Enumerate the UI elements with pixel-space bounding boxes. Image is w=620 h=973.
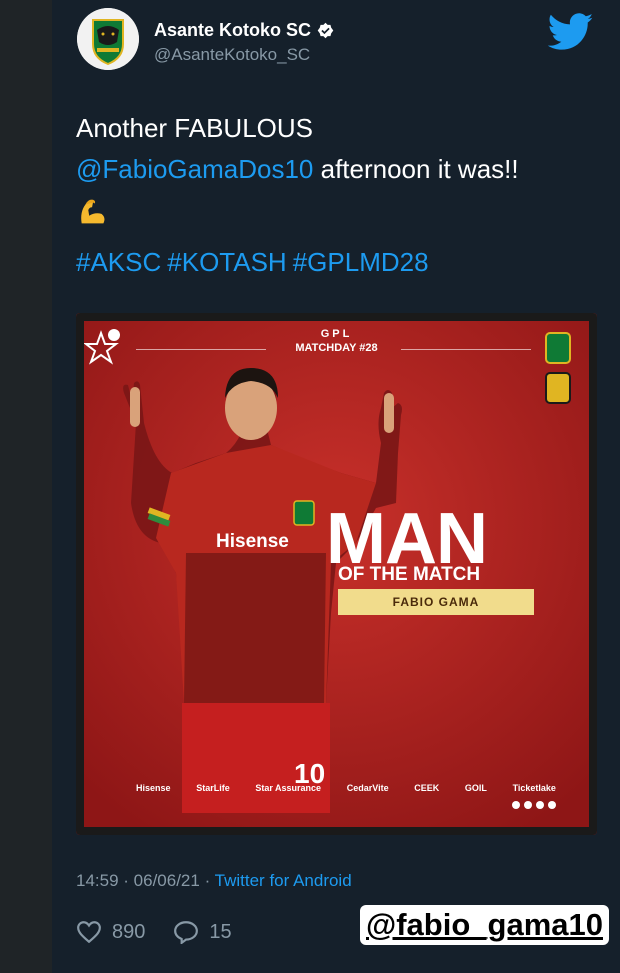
hashtag-gplmd28[interactable]: #GPLMD28 (293, 247, 429, 277)
twitter-bird-icon[interactable] (548, 13, 594, 51)
meta-separator: · (118, 871, 134, 890)
poster-title-small: OF THE MATCH (338, 564, 481, 585)
poster-stripe-bottom (84, 827, 589, 831)
hashtags: #AKSC #KOTASH #GPLMD28 (76, 247, 435, 278)
tweet-text: Another FABULOUS @FabioGamaDos10 afterno… (76, 108, 596, 231)
tweet-time[interactable]: 14:59 (76, 871, 119, 890)
poster-league: GPL (320, 328, 353, 340)
heart-icon (77, 921, 101, 944)
player-name-banner: FABIO GAMA (338, 589, 534, 615)
kotoko-crest-icon (77, 8, 139, 70)
screenshot: Asante Kotoko SC @AsanteKotoko_SC Anothe… (0, 0, 620, 973)
left-edge-band (0, 0, 52, 973)
account-name-text: Asante Kotoko SC (154, 20, 312, 40)
meta-separator: · (199, 871, 215, 890)
verified-badge-icon (317, 22, 334, 39)
tweet-date[interactable]: 06/06/21 (134, 871, 200, 890)
sponsor-item: CedarVite (346, 783, 389, 793)
tweet-line-1: Another FABULOUS (76, 113, 313, 143)
flexed-biceps-icon (81, 199, 105, 224)
sponsor-item: Hisense (136, 783, 171, 793)
tweet-source-link[interactable]: Twitter for Android (215, 871, 352, 890)
account-handle[interactable]: @AsanteKotoko_SC (154, 45, 310, 65)
hashtag-aksc[interactable]: #AKSC (76, 247, 161, 277)
reply-button[interactable]: 15 (173, 920, 232, 944)
tweet-line-2-rest: afternoon it was!! (313, 154, 519, 184)
sponsor-item: Ticketlake (512, 783, 556, 793)
tweet-actions: 890 15 (76, 920, 260, 944)
man-of-the-match-poster[interactable]: 10 GPL MATCHDAY #28 Hisense MAN OF THE M… (76, 313, 597, 835)
tweet-line-2: @FabioGamaDos10 afternoon it was!! (76, 149, 596, 190)
account-name[interactable]: Asante Kotoko SC (154, 20, 334, 41)
sponsor-item: StarLife (196, 783, 230, 793)
tweet-card[interactable]: Asante Kotoko SC @AsanteKotoko_SC Anothe… (52, 0, 620, 973)
sponsor-strip: Hisense StarLife Star Assurance CedarVit… (136, 783, 556, 793)
like-count: 890 (112, 920, 146, 943)
poster-stripe-left (80, 321, 84, 827)
tweet-line-3 (76, 190, 596, 231)
instagram-handle-watermark: @fabio_gama10 (360, 905, 609, 945)
shirt-sponsor: Hisense (216, 531, 289, 552)
mention-link[interactable]: @FabioGamaDos10 (76, 154, 313, 184)
poster-matchday: MATCHDAY #28 (295, 342, 378, 354)
sponsor-item: CEEK (414, 783, 440, 793)
reply-count: 15 (209, 920, 232, 943)
hashtag-kotash[interactable]: #KOTASH (167, 247, 286, 277)
reply-bubble-icon (174, 921, 199, 944)
avatar[interactable] (77, 8, 139, 70)
poster-stripe-top (84, 317, 589, 321)
tweet-meta: 14:59 · 06/06/21 · Twitter for Android (76, 871, 352, 891)
like-button[interactable]: 890 (76, 920, 145, 944)
sponsor-item: Star Assurance (255, 783, 322, 793)
sponsor-item: GOIL (464, 783, 487, 793)
poster-stripe-right (589, 321, 593, 827)
